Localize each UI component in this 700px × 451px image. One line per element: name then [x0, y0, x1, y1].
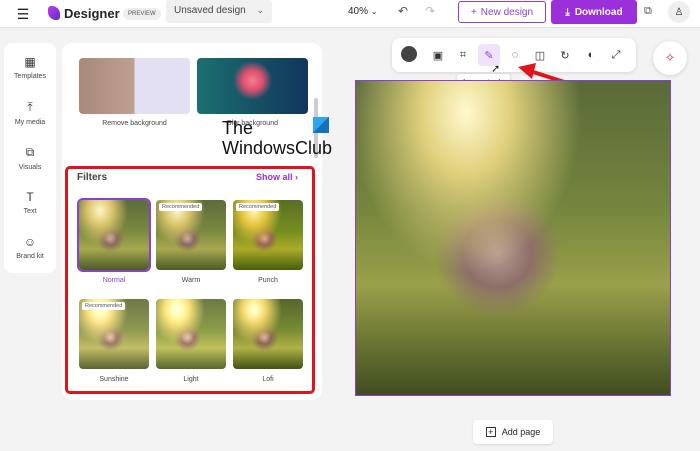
- rail-item-templates[interactable]: ▦ Templates: [4, 55, 56, 80]
- download-icon: ⤓: [565, 6, 570, 18]
- left-rail: ▦ Templates ⤒ My media ⧉ Visuals T Text ☺ Bra…: [4, 43, 56, 273]
- filter-sunshine[interactable]: Recommended Sunshine: [79, 299, 149, 383]
- menu-icon[interactable]: ☰: [14, 5, 32, 23]
- zoom-level: 40%: [348, 6, 369, 17]
- plus-icon: +: [470, 6, 477, 18]
- rail-item-text[interactable]: T Text: [4, 190, 56, 215]
- filter-preview: [233, 299, 303, 369]
- templates-icon: ▦: [24, 55, 36, 69]
- undo-icon[interactable]: ↶: [398, 4, 408, 18]
- chevron-down-icon: ⌄: [370, 7, 378, 16]
- filter-preview: [156, 299, 226, 369]
- filter-label: Lofi: [262, 376, 274, 383]
- design-canvas-image[interactable]: [355, 80, 671, 396]
- user-icon: ♙: [674, 6, 684, 18]
- crop-icon[interactable]: ⌗: [454, 46, 472, 64]
- add-page-button[interactable]: + Add page: [473, 420, 553, 444]
- zoom-dropdown[interactable]: 40% ⌄: [348, 6, 378, 17]
- remove-background-thumbnail[interactable]: [79, 58, 190, 114]
- text-icon: T: [26, 190, 34, 204]
- add-page-icon: +: [485, 427, 496, 437]
- designer-logo-icon: [48, 6, 60, 20]
- filter-label: Sunshine: [99, 376, 129, 383]
- show-all-label: Show all: [256, 172, 293, 182]
- redo-icon[interactable]: ↷: [425, 4, 435, 18]
- preview-badge: PREVIEW: [123, 8, 161, 20]
- filter-label: Normal: [102, 277, 126, 284]
- share-icon[interactable]: ⧉: [644, 5, 652, 18]
- visuals-icon: ⧉: [25, 145, 35, 159]
- filter-light[interactable]: Light: [156, 299, 226, 383]
- account-avatar[interactable]: ♙: [668, 1, 690, 23]
- design-name-dropdown[interactable]: Unsaved design ⌄: [166, 0, 272, 23]
- filter-label: Warm: [181, 277, 201, 284]
- new-design-button[interactable]: + New design: [458, 1, 546, 23]
- rail-label: My media: [14, 119, 46, 126]
- add-page-label: Add page: [501, 427, 541, 437]
- filters-title: Filters: [77, 172, 108, 183]
- recommended-badge: Recommended: [236, 203, 280, 211]
- top-bar: ☰ Designer PREVIEW Unsaved design ⌄ 40% …: [0, 0, 700, 28]
- chevron-down-icon: ⌄: [256, 5, 264, 15]
- filter-label: Light: [183, 376, 199, 383]
- rail-label: Text: [23, 208, 37, 215]
- upload-icon: ⤒: [27, 100, 33, 114]
- recommended-badge: Recommended: [82, 302, 126, 310]
- app-name: Designer: [64, 6, 120, 21]
- image-tools-panel: Remove background Blur background Filter…: [62, 43, 322, 400]
- rail-label: Brand kit: [16, 253, 44, 260]
- rail-label: Templates: [14, 73, 46, 80]
- rail-item-visuals[interactable]: ⧉ Visuals: [4, 145, 56, 171]
- copilot-sparkle-button[interactable]: ✧: [653, 41, 687, 75]
- rail-item-brand-kit[interactable]: ☺ Brand kit: [4, 235, 56, 260]
- rail-label: Visuals: [18, 164, 42, 171]
- chevron-right-icon: ›: [295, 172, 299, 182]
- filter-lofi[interactable]: Lofi: [233, 299, 303, 383]
- watermark-line: WindowsClub: [222, 138, 333, 158]
- filter-label: Punch: [258, 277, 278, 284]
- download-button[interactable]: ⤓ Download: [551, 0, 637, 24]
- blur-background-thumbnail[interactable]: [197, 58, 308, 114]
- filter-normal[interactable]: Normal: [77, 198, 151, 284]
- new-design-label: New design: [480, 6, 534, 18]
- remove-background-label: Remove background: [102, 120, 167, 127]
- filter-preview: Recommended: [156, 200, 226, 270]
- color-fill-icon[interactable]: [401, 46, 417, 62]
- filter-warm[interactable]: Recommended Warm: [156, 200, 226, 284]
- download-label: Download: [574, 6, 623, 18]
- sparkle-icon: ✧: [664, 50, 676, 65]
- replace-image-icon[interactable]: ▣: [429, 46, 447, 64]
- rail-item-my-media[interactable]: ⤒ My media: [4, 100, 56, 126]
- design-name: Unsaved design: [174, 5, 246, 16]
- expand-icon[interactable]: ⤢: [607, 46, 625, 64]
- filter-preview: [77, 198, 151, 272]
- windows-logo-icon: [313, 117, 329, 133]
- recommended-badge: Recommended: [159, 203, 203, 211]
- filter-punch[interactable]: Recommended Punch: [233, 200, 303, 284]
- brand-kit-icon: ☺: [23, 235, 37, 249]
- show-all-link[interactable]: Show all ›: [256, 172, 298, 182]
